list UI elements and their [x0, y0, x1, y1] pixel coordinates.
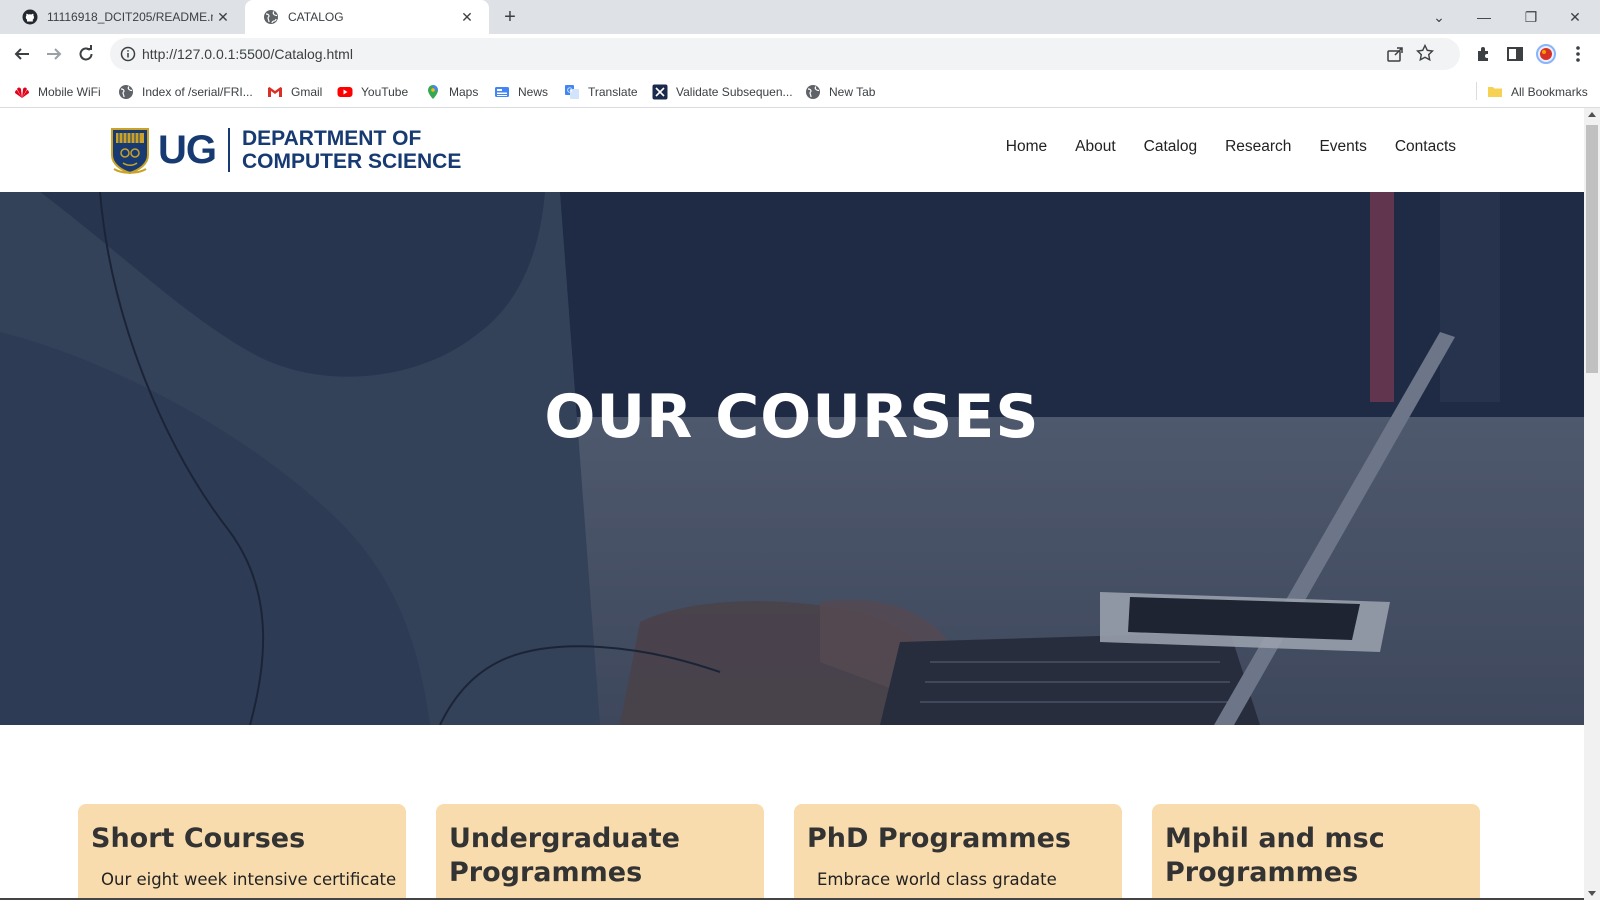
maps-icon: [428, 85, 438, 99]
nav-contacts[interactable]: Contacts: [1395, 138, 1456, 156]
page-scrollbar[interactable]: [1584, 108, 1600, 900]
bookmark-label: Validate Subsequen...: [676, 85, 793, 99]
bookmarks-bar: Mobile WiFi Index of /serial/FRI... Gmai…: [0, 74, 1600, 108]
page-viewport: UG DEPARTMENT OF COMPUTER SCIENCE Home A…: [0, 108, 1584, 900]
tab-title: CATALOG: [288, 10, 344, 24]
bookmark-youtube[interactable]: YouTube: [337, 83, 408, 101]
back-button[interactable]: [9, 41, 35, 67]
bookmark-label: Index of /serial/FRI...: [142, 85, 253, 99]
bookmark-validate-subsequence[interactable]: Validate Subsequen...: [652, 83, 793, 101]
huawei-icon: [15, 87, 29, 98]
tab-close-icon[interactable]: ✕: [215, 9, 231, 25]
scroll-down-arrow-icon[interactable]: [1588, 891, 1596, 896]
hero-banner: OUR COURSES: [0, 192, 1584, 725]
scroll-up-arrow-icon[interactable]: [1588, 112, 1596, 117]
bookmark-new-tab[interactable]: New Tab: [805, 83, 875, 101]
news-icon: [495, 87, 509, 97]
logo-line-2: COMPUTER SCIENCE: [242, 150, 462, 173]
bookmarks-divider: [1476, 82, 1477, 100]
card-title: PhD Programmes: [807, 823, 1071, 854]
course-card-short[interactable]: Short Courses Our eight week intensive c…: [78, 804, 406, 900]
hero-background-image: [0, 192, 1584, 725]
card-title: Undergraduate Programmes: [449, 823, 680, 888]
bookmark-gmail[interactable]: Gmail: [267, 83, 322, 101]
globe-icon: [264, 10, 278, 24]
tab-search-chevron-icon[interactable]: ⌄: [1426, 4, 1452, 30]
browser-toolbar: http://127.0.0.1:5500/Catalog.html: [0, 34, 1600, 74]
address-bar[interactable]: http://127.0.0.1:5500/Catalog.html: [110, 38, 1460, 70]
bookmark-label: Mobile WiFi: [38, 85, 101, 99]
bookmark-index-serial[interactable]: Index of /serial/FRI...: [118, 83, 253, 101]
globe-icon: [119, 85, 133, 99]
menu-kebab-icon[interactable]: [1568, 44, 1588, 64]
reload-button[interactable]: [73, 41, 99, 67]
globe-icon: [806, 85, 820, 99]
hero-title: OUR COURSES: [544, 382, 1040, 452]
all-bookmarks-folder[interactable]: All Bookmarks: [1487, 83, 1588, 101]
course-card-mphil-msc[interactable]: Mphil and msc Programmes: [1152, 804, 1480, 900]
translate-icon: G: [565, 85, 579, 99]
card-title: Mphil and msc Programmes: [1165, 823, 1385, 888]
card-title: Short Courses: [91, 823, 306, 854]
gmail-icon: [268, 87, 282, 97]
bookmark-label: YouTube: [361, 85, 409, 99]
forward-button[interactable]: [41, 41, 67, 67]
close-window-icon[interactable]: ✕: [1562, 4, 1588, 30]
course-card-undergraduate[interactable]: Undergraduate Programmes: [436, 804, 764, 900]
svg-text:G: G: [567, 88, 572, 95]
restore-icon[interactable]: ❐: [1518, 4, 1544, 30]
tab-title: 11116918_DCIT205/README.md: [47, 10, 213, 24]
bookmark-label: Gmail: [291, 85, 323, 99]
bookmark-label: All Bookmarks: [1511, 85, 1588, 99]
card-text: Embrace world class gradate: [817, 870, 1057, 889]
profile-avatar[interactable]: [1536, 44, 1556, 64]
bookmark-label: Translate: [588, 85, 638, 99]
bookmark-mobile-wifi[interactable]: Mobile WiFi: [14, 83, 101, 101]
nav-events[interactable]: Events: [1319, 138, 1366, 156]
tab-readme[interactable]: 11116918_DCIT205/README.md ✕: [4, 0, 245, 34]
bookmark-label: New Tab: [829, 85, 876, 99]
tab-close-icon[interactable]: ✕: [459, 9, 475, 25]
card-text: Our eight week intensive certificate: [101, 870, 397, 889]
course-card-phd[interactable]: PhD Programmes Embrace world class grada…: [794, 804, 1122, 900]
reload-icon: [79, 45, 93, 61]
ug-crest-icon: [111, 128, 149, 175]
minimize-icon[interactable]: —: [1471, 4, 1497, 30]
new-tab-button[interactable]: +: [499, 6, 521, 28]
scroll-thumb[interactable]: [1586, 125, 1598, 373]
nav-home[interactable]: Home: [1006, 138, 1047, 156]
bookmark-label: Maps: [449, 85, 479, 99]
tab-strip: 11116918_DCIT205/README.md ✕ CATALOG ✕ +…: [0, 0, 1600, 34]
logo-department-text: DEPARTMENT OF COMPUTER SCIENCE: [242, 127, 461, 173]
site-header: UG DEPARTMENT OF COMPUTER SCIENCE Home A…: [0, 108, 1584, 192]
logo-divider: [228, 128, 230, 172]
main-navigation: Home About Catalog Research Events Conta…: [978, 138, 1456, 156]
bookmark-maps[interactable]: Maps: [425, 83, 478, 101]
nav-catalog[interactable]: Catalog: [1144, 138, 1197, 156]
back-arrow-icon: [14, 48, 29, 60]
forward-arrow-icon: [47, 48, 62, 60]
share-icon[interactable]: [1386, 45, 1404, 63]
nav-about[interactable]: About: [1075, 138, 1116, 156]
logo-ug-text: UG: [158, 127, 217, 172]
extensions-puzzle-icon[interactable]: [1474, 44, 1494, 64]
bookmark-label: News: [518, 85, 549, 99]
site-info-icon[interactable]: [120, 46, 136, 62]
x-icon: [652, 84, 668, 100]
tab-catalog[interactable]: CATALOG ✕: [245, 0, 489, 34]
logo-line-1: DEPARTMENT OF: [242, 127, 422, 150]
youtube-icon: [337, 87, 353, 97]
bookmark-star-icon[interactable]: [1416, 44, 1434, 62]
bookmark-translate[interactable]: G Translate: [564, 83, 638, 101]
side-panel-icon[interactable]: [1505, 44, 1525, 64]
nav-research[interactable]: Research: [1225, 138, 1291, 156]
url-text: http://127.0.0.1:5500/Catalog.html: [142, 46, 353, 62]
github-icon: [22, 9, 38, 25]
site-logo[interactable]: UG DEPARTMENT OF COMPUTER SCIENCE: [110, 124, 461, 176]
bookmark-news[interactable]: News: [494, 83, 548, 101]
folder-icon: [1488, 87, 1502, 97]
